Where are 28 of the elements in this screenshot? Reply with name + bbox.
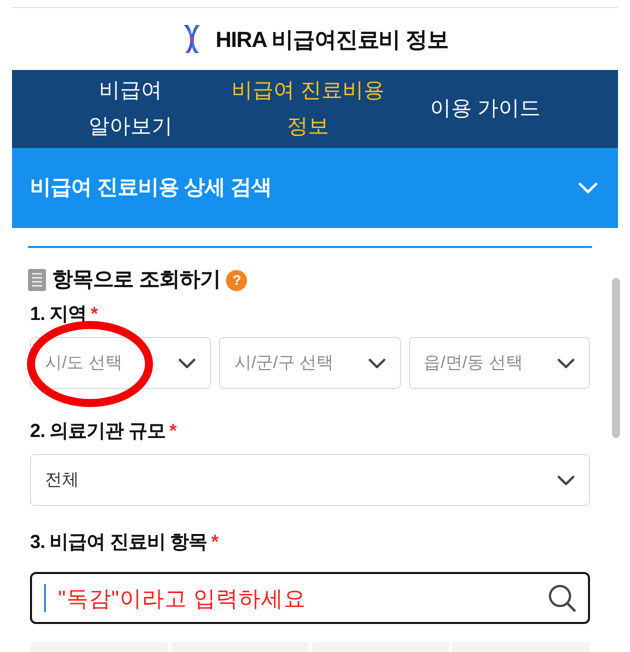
dropdown-select[interactable]: 시/군/구 선택 [219,337,401,389]
field-label: 3. 비급여 진료비 항목 [30,530,208,555]
required-mark: * [169,420,177,444]
nav-tab[interactable]: 비급여 진료비용 정보 [232,73,384,145]
section-heading: 항목으로 조회하기 [52,267,220,294]
required-mark: * [211,530,219,555]
search-icon[interactable] [548,584,576,612]
chevron-down-icon [556,358,575,368]
site-title: HIRA 비급여진료비 정보 [216,26,448,54]
nav-tab[interactable]: 이용 가이드 [430,91,541,127]
dropdown-select[interactable]: 읍/면/동 선택 [408,337,590,389]
search-field[interactable]: "독감"이라고 입력하세요 [30,572,590,624]
chevron-down-icon [178,358,196,368]
text-caret [44,584,46,612]
dropdown-select[interactable]: 시/도 선택 [30,337,212,389]
chevron-down-icon [368,358,386,368]
nav-tab[interactable]: 비급여 알아보기 [88,73,173,145]
dropdown-select[interactable]: 전체 [30,454,590,506]
field-label: 2. 의료기관 규모 [30,420,166,444]
logo-icon [182,24,202,54]
annotation-text: "독감"이라고 입력하세요 [58,584,306,612]
chevron-down-icon [578,182,598,194]
help-icon[interactable]: ? [226,270,248,290]
list-icon [28,269,46,291]
field-label: 1. 지역 [30,302,87,327]
required-mark: * [90,302,98,327]
search-panel-header[interactable]: 비급여 진료비용 상세 검색 [12,148,618,228]
chevron-down-icon [557,474,575,486]
